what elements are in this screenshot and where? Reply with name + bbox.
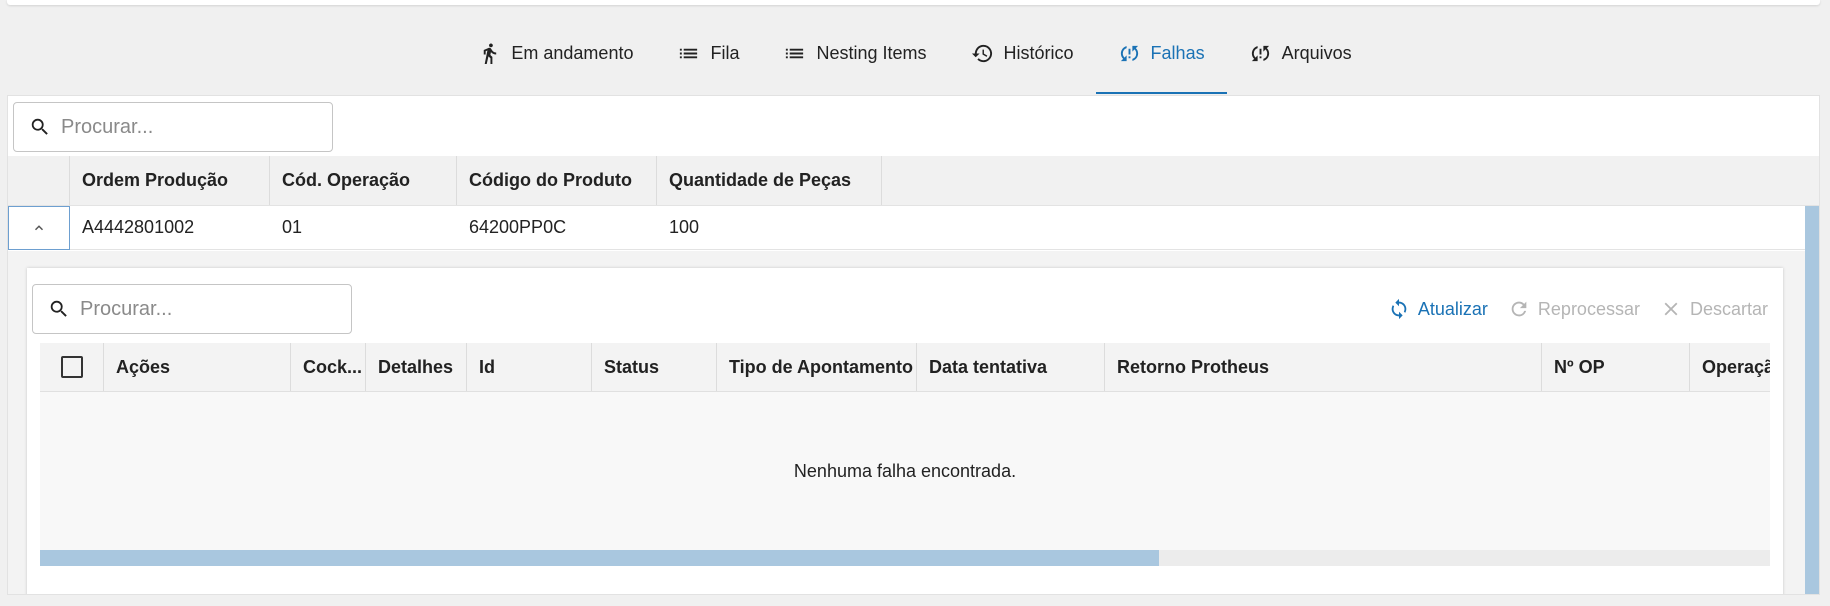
chevron-up-icon: [34, 224, 44, 230]
action-toolbar: Atualizar Reprocessar Descartar: [1388, 298, 1768, 320]
tab-label: Histórico: [1003, 42, 1074, 63]
cell-cod-operacao: 01: [282, 217, 303, 237]
column-header-quantidade-pecas[interactable]: Quantidade de Peças: [657, 156, 882, 205]
outer-table-header: Ordem Produção Cód. Operação Código do P…: [8, 156, 1819, 206]
tab-historico[interactable]: Histórico: [949, 12, 1096, 94]
reprocess-label: Reprocessar: [1537, 298, 1640, 319]
column-header-status[interactable]: Status: [592, 343, 717, 391]
history-icon: [971, 44, 992, 62]
cell-codigo-produto: 64200PP0C: [469, 217, 567, 237]
top-bar: [7, 0, 1820, 5]
column-header-detalhes[interactable]: Detalhes: [366, 343, 467, 391]
column-header-tipo-apontamento[interactable]: Tipo de Apontamento: [717, 343, 917, 391]
list-icon: [680, 48, 698, 58]
column-header-retorno-protheus[interactable]: Retorno Protheus: [1105, 343, 1542, 391]
sync-problem-icon: [1251, 45, 1269, 61]
tab-fila[interactable]: Fila: [655, 12, 761, 94]
sync-problem-icon: [1120, 45, 1138, 61]
refresh-icon: [1391, 298, 1407, 320]
tab-label: Falhas: [1150, 42, 1205, 63]
tab-arquivos[interactable]: Arquivos: [1227, 12, 1374, 94]
cell-ordem-producao: A4442801002: [82, 217, 195, 237]
tab-em-andamento[interactable]: Em andamento: [456, 12, 655, 94]
tab-label: Nesting Items: [816, 42, 927, 63]
table-row[interactable]: A4442801002 01 64200PP0C 100: [8, 205, 1805, 250]
empty-state-message: Nenhuma falha encontrada.: [793, 460, 1017, 481]
horizontal-scrollbar[interactable]: [40, 550, 1770, 566]
select-all-cell: [40, 343, 104, 391]
discard-label: Descartar: [1689, 298, 1768, 319]
search-icon: [50, 300, 67, 317]
column-header-codigo-produto[interactable]: Código do Produto: [457, 156, 657, 205]
column-header-acoes[interactable]: Ações: [104, 343, 291, 391]
outer-search-box: [13, 102, 333, 152]
failures-panel: Ordem Produção Cód. Operação Código do P…: [7, 95, 1820, 595]
tab-bar: Em andamento Fila Nesting Items Históric…: [0, 12, 1830, 94]
column-header-cod-operacao[interactable]: Cód. Operação: [270, 156, 457, 205]
failures-table-body: Nenhuma falha encontrada.: [40, 392, 1770, 550]
cell-quantidade-pecas: 100: [669, 217, 700, 237]
column-header-numero-op[interactable]: Nº OP: [1542, 343, 1690, 391]
inner-search-box: [32, 284, 352, 334]
column-header-operacao[interactable]: Operaçã: [1690, 343, 1770, 391]
tab-falhas[interactable]: Falhas: [1095, 12, 1227, 94]
expand-column-header: [8, 156, 70, 205]
select-all-checkbox[interactable]: [60, 356, 83, 378]
tab-label: Arquivos: [1281, 42, 1352, 63]
column-header-id[interactable]: Id: [467, 343, 592, 391]
outer-search-input[interactable]: [61, 115, 281, 139]
tab-label: Fila: [710, 42, 740, 63]
table-footer: [40, 566, 1770, 594]
refresh-button[interactable]: Atualizar: [1388, 298, 1488, 320]
failures-table-header: Ações Cock... Detalhes Id Status Tipo de…: [40, 343, 1770, 392]
column-header-cockpit[interactable]: Cock...: [291, 343, 366, 391]
horizontal-scrollbar-thumb[interactable]: [40, 550, 1160, 566]
list-icon: [786, 48, 804, 58]
column-header-data-tentativa[interactable]: Data tentativa: [917, 343, 1105, 391]
search-icon: [31, 118, 48, 135]
collapse-row-button[interactable]: [8, 205, 70, 250]
tab-label: Em andamento: [511, 42, 634, 63]
tab-nesting-items[interactable]: Nesting Items: [761, 12, 948, 94]
column-header-ordem-producao[interactable]: Ordem Produção: [70, 156, 270, 205]
replay-icon: [1511, 301, 1527, 317]
failures-detail-card: Atualizar Reprocessar Descartar Ações: [27, 268, 1783, 594]
reprocess-button[interactable]: Reprocessar: [1508, 298, 1640, 320]
row-detail-panel: Atualizar Reprocessar Descartar Ações: [8, 251, 1805, 594]
failures-table: Ações Cock... Detalhes Id Status Tipo de…: [40, 343, 1770, 594]
vertical-scrollbar[interactable]: [1805, 206, 1819, 594]
running-person-icon: [484, 42, 497, 64]
close-icon: [1664, 302, 1678, 316]
discard-button[interactable]: Descartar: [1660, 298, 1768, 320]
refresh-label: Atualizar: [1417, 298, 1488, 319]
inner-search-input[interactable]: [80, 297, 300, 321]
